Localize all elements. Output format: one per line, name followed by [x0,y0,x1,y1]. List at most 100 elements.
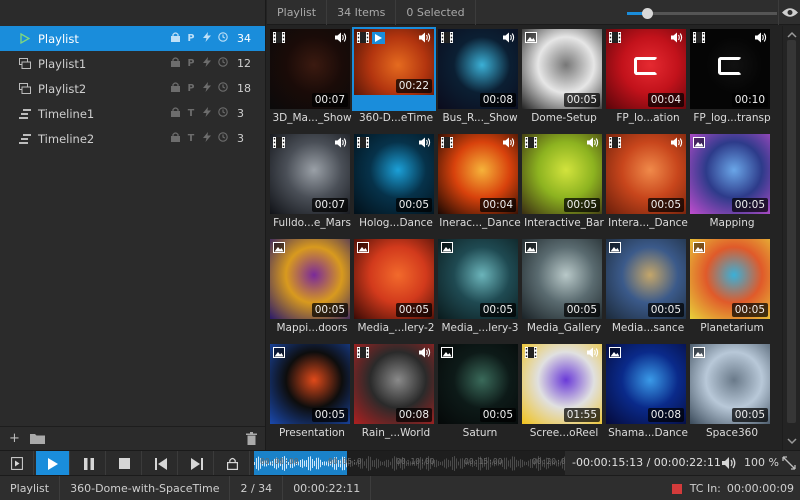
media-tile[interactable]: 00:05 Media_...lery-2 [352,237,435,338]
vertical-scrollbar[interactable] [782,26,800,450]
trigger-icon [199,32,215,45]
media-thumbnail[interactable]: 00:05 [606,239,686,319]
media-thumbnail[interactable]: 00:04 [438,134,518,214]
play-button[interactable] [36,451,70,476]
media-tile[interactable]: 00:05 Interactive_Bar [520,132,604,233]
duration-badge: 00:05 [647,303,684,317]
scroll-down-icon[interactable] [787,436,797,446]
media-tile[interactable]: 00:05 Media...sance [604,237,686,338]
media-thumbnail[interactable]: 00:08 [354,344,434,424]
item-count: 3 [237,107,244,120]
sidebar-item-timeline1[interactable]: Timeline1 T 3 [0,101,265,126]
media-tile[interactable]: 00:22 360-D...eTime [352,27,436,128]
speaker-icon [419,137,431,148]
playlist-icon [16,57,34,71]
trash-icon[interactable] [246,432,257,448]
media-label: Mapping [709,217,755,229]
media-tile[interactable]: 00:05 Intera..._Dance [604,132,688,233]
media-label: Bus_R..._Show [442,112,518,124]
media-thumbnail[interactable]: 00:05 [522,29,602,109]
media-tile[interactable]: 00:05 Dome-Setup [520,27,602,128]
timeline-scrubber[interactable]: 00:00:00 00:05:0 00:10:00 00:15:00 00:20:0 [254,451,565,476]
media-thumbnail[interactable]: 00:05 [690,344,770,424]
media-tile[interactable]: 00:04 Inerac..._Dance [436,132,521,233]
add-button[interactable]: + [9,431,20,446]
thumbnail-size-slider[interactable] [627,8,777,19]
next-button[interactable] [180,451,214,476]
film-icon [441,32,453,43]
film-icon [609,137,621,148]
media-label: 360-D...eTime [358,112,434,124]
previous-button[interactable] [144,451,178,476]
item-count: 34 [237,32,251,45]
media-tile[interactable]: 00:10 FP_log...transp [688,27,771,128]
media-tile[interactable]: 01:55 Scree...oReel [520,342,602,443]
media-label: FP_log...transp [693,112,771,124]
sidebar-item-label: Playlist [38,31,79,46]
timeline-tick-label: 00:15:00 [464,457,503,466]
media-label: 3D_Ma..._Show [272,112,352,124]
slider-handle[interactable] [641,8,653,19]
media-tile[interactable]: 00:04 FP_lo...ation [604,27,686,128]
eye-icon[interactable] [778,0,800,25]
media-tile[interactable]: 00:05 Media_...lery-3 [436,237,519,338]
media-thumbnail[interactable]: 00:05 [270,239,350,319]
pause-button[interactable] [72,451,106,476]
playback-progress [354,95,434,109]
media-thumbnail[interactable]: 00:05 [690,134,770,214]
media-tile[interactable]: 00:05 Planetarium [688,237,770,338]
speaker-icon[interactable] [722,457,736,472]
media-label: Planetarium [700,322,764,334]
media-tile[interactable]: 00:08 Rain_...World [352,342,434,443]
sidebar-item-label: Timeline2 [38,131,95,146]
media-thumbnail[interactable]: 00:08 [606,344,686,424]
media-thumbnail[interactable]: 00:05 [690,239,770,319]
sidebar-item-playlist[interactable]: Playlist P 34 [0,26,265,51]
media-thumbnail[interactable]: 00:05 [522,134,602,214]
media-label: Media_...lery-2 [357,322,435,334]
lock-icon [167,57,183,70]
duration-badge: 00:04 [647,93,684,107]
media-tile[interactable]: 00:05 Presentation [268,342,350,443]
sidebar-footer: + [0,426,265,450]
media-tile[interactable]: 00:05 Holog...Dance [352,132,434,233]
media-thumbnail[interactable]: 00:05 [438,239,518,319]
duration-badge: 00:05 [311,408,348,422]
resize-icon[interactable] [782,456,796,473]
clock-icon [215,132,231,145]
media-thumbnail[interactable]: 00:07 [270,29,350,109]
scroll-up-icon[interactable] [787,30,797,40]
media-thumbnail[interactable]: 00:05 [438,344,518,424]
sidebar-item-playlist2[interactable]: Playlist2 P 18 [0,76,265,101]
media-thumbnail[interactable]: 00:04 [606,29,686,109]
media-tile[interactable]: 00:05 Mappi...doors [268,237,350,338]
media-thumbnail[interactable]: 00:10 [690,29,770,109]
folder-icon[interactable] [30,433,45,447]
media-tile[interactable]: 00:08 Shama...Dance [604,342,688,443]
sidebar-item-timeline2[interactable]: Timeline2 T 3 [0,126,265,151]
media-tile[interactable]: 00:05 Media_Gallery [520,237,602,338]
media-thumbnail[interactable]: 00:05 [354,134,434,214]
media-thumbnail[interactable]: 00:07 [270,134,350,214]
media-thumbnail[interactable]: 00:05 [354,239,434,319]
play-fullscreen-button[interactable] [0,451,34,476]
media-tile[interactable]: 00:05 Saturn [436,342,518,443]
media-thumbnail[interactable]: 00:05 [606,134,686,214]
speaker-icon [335,137,347,148]
media-tile[interactable]: 00:08 Bus_R..._Show [436,27,518,128]
media-thumbnail[interactable]: 00:22 [352,27,436,111]
media-thumbnail[interactable]: 00:05 [270,344,350,424]
lock-button[interactable] [216,451,250,476]
duration-badge: 00:05 [395,303,432,317]
media-tile[interactable]: 00:07 Fulldo...e_Mars [268,132,351,233]
media-tile[interactable]: 00:05 Mapping [688,132,770,233]
media-thumbnail[interactable]: 00:08 [438,29,518,109]
media-thumbnail[interactable]: 01:55 [522,344,602,424]
volume-level[interactable]: 100 % [744,456,779,469]
stop-button[interactable] [108,451,142,476]
scroll-thumb[interactable] [787,40,796,423]
media-thumbnail[interactable]: 00:05 [522,239,602,319]
media-tile[interactable]: 00:05 Space360 [688,342,770,443]
media-tile[interactable]: 00:07 3D_Ma..._Show [268,27,352,128]
sidebar-item-playlist1[interactable]: Playlist1 P 12 [0,51,265,76]
